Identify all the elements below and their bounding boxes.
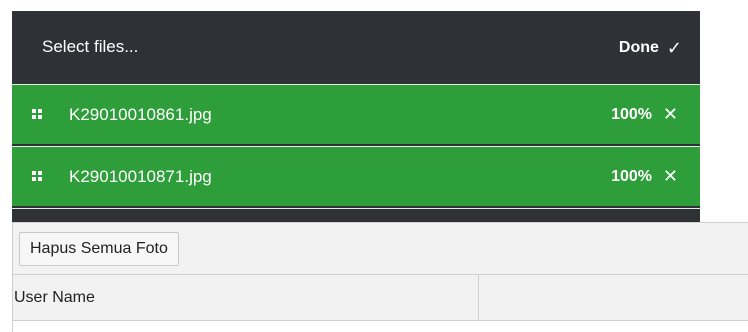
upload-file-row: K29010010861.jpg 100% ✕: [12, 84, 700, 144]
file-name: K29010010871.jpg: [69, 167, 212, 186]
select-files-button[interactable]: Select files...: [42, 37, 138, 57]
close-icon[interactable]: ✕: [663, 104, 678, 124]
done-label: Done: [618, 39, 659, 56]
drag-handle-icon[interactable]: [32, 171, 44, 183]
file-progress: 100%: [611, 168, 652, 185]
close-icon[interactable]: ✕: [663, 166, 678, 186]
grid-toolbar: Hapus Semua Foto: [13, 223, 748, 275]
done-button[interactable]: Done ✓: [619, 39, 682, 57]
file-name: K29010010861.jpg: [69, 105, 212, 124]
upload-file-row: K29010010871.jpg 100% ✕: [12, 146, 700, 206]
upload-panel: Select files... Done ✓ K29010010861.jpg …: [12, 11, 700, 222]
drag-handle-icon[interactable]: [32, 109, 44, 121]
upload-header: Select files... Done ✓: [12, 11, 700, 83]
file-progress: 100%: [611, 106, 652, 123]
column-header-empty[interactable]: [479, 275, 748, 320]
photo-grid: Hapus Semua Foto User Name: [12, 222, 748, 332]
column-header-user-name[interactable]: User Name: [13, 275, 479, 320]
grid-header-row: User Name: [13, 275, 748, 321]
checkmark-icon: ✓: [666, 38, 682, 58]
column-header-label: User Name: [14, 289, 95, 306]
page: Select files... Done ✓ K29010010861.jpg …: [0, 0, 748, 332]
clear-all-photos-button[interactable]: Hapus Semua Foto: [19, 232, 179, 266]
upload-panel-footer: [12, 208, 700, 222]
